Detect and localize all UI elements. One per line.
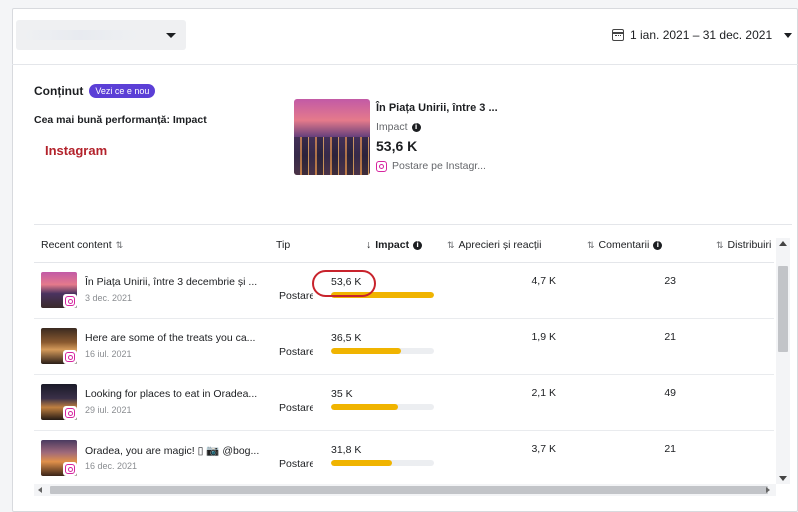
metric-name: Impact (376, 121, 408, 133)
post-date: 29 iul. 2021 (85, 405, 132, 415)
header-label: Aprecieri și reacții (458, 239, 542, 251)
table-row[interactable]: Oradea, you are magic! ▯ 📷 @bog... 16 de… (34, 432, 774, 487)
featured-post-thumbnail[interactable] (294, 99, 370, 175)
scroll-up-icon[interactable] (779, 241, 787, 246)
info-icon[interactable]: i (413, 240, 423, 250)
column-header-distribution[interactable]: ⇅ Distribuiri (716, 239, 776, 251)
date-range-picker[interactable]: 1 ian. 2021 – 31 dec. 2021 (612, 28, 793, 42)
comments-value: 21 (664, 443, 676, 455)
account-selector[interactable] (16, 20, 186, 50)
post-title[interactable]: Looking for places to eat in Oradea... (85, 388, 267, 400)
table-row[interactable]: În Piața Unirii, între 3 decembrie și ..… (34, 264, 774, 319)
post-title[interactable]: Here are some of the treats you ca... (85, 332, 267, 344)
comments-value: 21 (664, 331, 676, 343)
header-label: Recent content (41, 239, 112, 251)
platform-label: Instagram (45, 143, 108, 158)
instagram-icon (65, 352, 75, 362)
best-performance-label: Cea mai bună performanță: Impact (34, 114, 207, 126)
featured-metric-value: 53,6 K (376, 138, 418, 154)
impact-bar-fill (331, 460, 392, 466)
instagram-badge (63, 406, 77, 420)
sort-desc-icon: ↓ (366, 239, 372, 251)
likes-value: 1,9 K (531, 331, 556, 343)
post-date: 16 dec. 2021 (85, 461, 138, 471)
column-header-likes[interactable]: ⇅ Aprecieri și reacții (447, 239, 541, 251)
post-thumbnail (41, 328, 77, 364)
post-title[interactable]: În Piața Unirii, între 3 decembrie și ..… (85, 276, 267, 288)
sort-icon: ⇅ (716, 239, 724, 250)
info-icon[interactable]: i (411, 122, 421, 132)
divider (12, 64, 798, 65)
source-label: Postare pe Instagr... (392, 160, 486, 172)
table-header: Recent content ⇅ Tip ↓ Impact i ⇅ Apreci… (34, 225, 774, 263)
scrollbar-thumb[interactable] (778, 266, 788, 352)
post-date: 16 iul. 2021 (85, 349, 132, 359)
comments-value: 49 (664, 387, 676, 399)
likes-value: 4,7 K (531, 275, 556, 287)
featured-post-source: Postare pe Instagr... (376, 160, 486, 172)
column-header-type[interactable]: Tip (276, 239, 290, 251)
horizontal-scrollbar[interactable] (34, 484, 776, 496)
instagram-icon (376, 160, 387, 172)
whats-new-badge[interactable]: Vezi ce e nou (89, 84, 156, 98)
impact-bar (331, 348, 434, 354)
scrollbar-thumb[interactable] (50, 486, 768, 494)
impact-bar (331, 460, 434, 466)
post-thumbnail (41, 440, 77, 476)
table-row[interactable]: Here are some of the treats you ca... 16… (34, 320, 774, 375)
post-title[interactable]: Oradea, you are magic! ▯ 📷 @bog... (85, 444, 267, 457)
featured-metric-label: Impact i (376, 121, 421, 133)
post-type: Postare (279, 458, 313, 470)
instagram-icon (65, 464, 75, 474)
post-date: 3 dec. 2021 (85, 293, 133, 303)
date-range-label: 1 ian. 2021 – 31 dec. 2021 (630, 28, 773, 42)
content-section-title: Conținut Vezi ce e nou (34, 84, 156, 98)
sort-icon: ⇅ (115, 239, 124, 250)
table-row[interactable]: Looking for places to eat in Oradea... 2… (34, 376, 774, 431)
sort-icon: ⇅ (447, 239, 455, 250)
impact-highlight-ring (312, 270, 376, 297)
content-table: Recent content ⇅ Tip ↓ Impact i ⇅ Apreci… (34, 224, 792, 500)
info-icon[interactable]: i (653, 240, 663, 250)
account-name-blurred (26, 30, 136, 40)
calendar-icon (612, 29, 624, 41)
scroll-down-icon[interactable] (779, 476, 787, 481)
impact-bar-fill (331, 404, 398, 410)
instagram-badge (63, 294, 77, 308)
header-label: Distribuiri (727, 239, 772, 251)
column-header-recent[interactable]: Recent content ⇅ (41, 239, 123, 251)
comments-value: 23 (664, 275, 676, 287)
post-type: Postare (279, 346, 313, 358)
chevron-down-icon (166, 33, 176, 38)
likes-value: 2,1 K (531, 387, 556, 399)
likes-value: 3,7 K (531, 443, 556, 455)
header-label: Impact (375, 239, 410, 251)
post-thumbnail (41, 272, 77, 308)
scroll-right-icon[interactable] (766, 487, 770, 493)
instagram-badge (63, 350, 77, 364)
post-type: Postare (279, 402, 313, 414)
header-label: Comentarii (598, 239, 650, 251)
instagram-badge (63, 462, 77, 476)
impact-value: 36,5 K (331, 332, 362, 344)
impact-bar-fill (331, 348, 402, 354)
header-label: Tip (276, 239, 291, 251)
column-header-comments[interactable]: ⇅ Comentarii i (587, 239, 663, 251)
post-type: Postare (279, 290, 313, 302)
vertical-scrollbar[interactable] (776, 238, 790, 484)
impact-value: 31,8 K (331, 444, 362, 456)
sort-icon: ⇅ (587, 239, 595, 250)
instagram-icon (65, 296, 75, 306)
chevron-down-icon (784, 32, 793, 38)
section-heading: Conținut (34, 84, 84, 98)
impact-value: 35 K (331, 388, 353, 400)
post-thumbnail (41, 384, 77, 420)
instagram-icon (65, 408, 75, 418)
column-header-impact[interactable]: ↓ Impact i (366, 239, 423, 251)
scroll-left-icon[interactable] (38, 487, 42, 493)
impact-bar (331, 404, 434, 410)
featured-post-title[interactable]: În Piața Unirii, între 3 ... (376, 102, 498, 114)
